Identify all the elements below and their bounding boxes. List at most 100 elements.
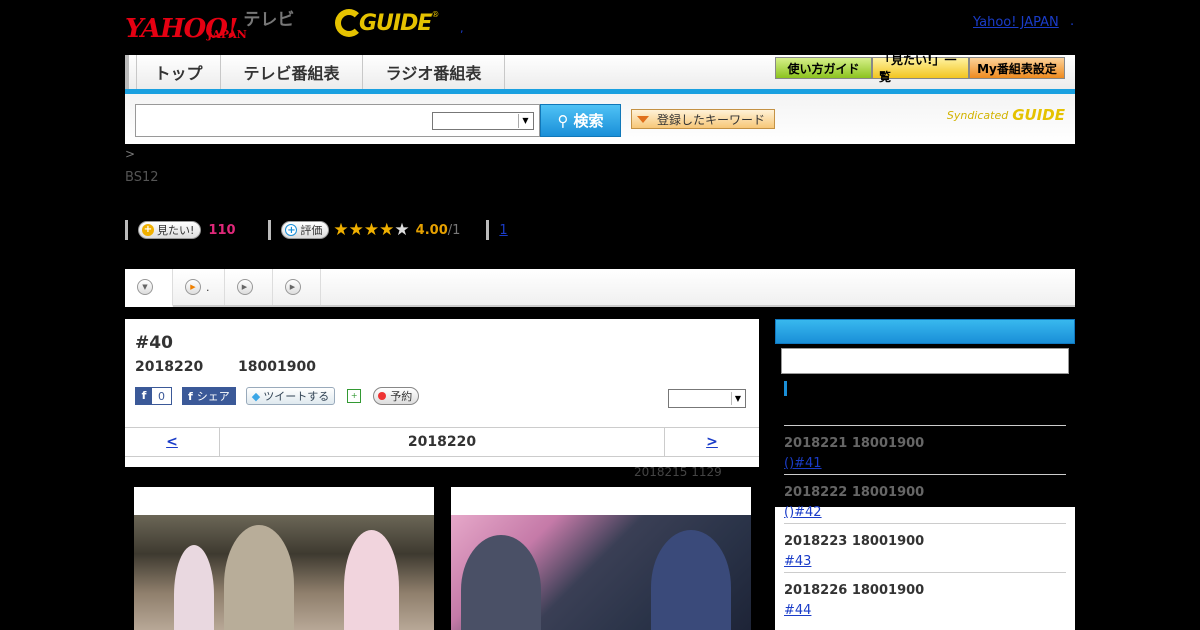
tab-top[interactable]: トップ xyxy=(136,55,221,89)
gguide-logo[interactable]: GUIDE ® xyxy=(335,6,439,40)
japan-logo-text: JAPAN xyxy=(207,28,247,41)
air-time: 18001900 xyxy=(238,359,316,375)
episode-datetime: 2018226 18001900 xyxy=(784,583,925,598)
episode-datetime: 2018222 18001900 xyxy=(784,485,925,500)
header-separator: , xyxy=(460,22,464,35)
search-button[interactable]: ⚲ 検索 xyxy=(540,104,621,137)
search-bar: ▼ ⚲ 検索 登録したキーワード Syndicated GUIDE xyxy=(125,94,1075,144)
gguide-logo-text: GUIDE xyxy=(359,10,432,36)
want-to-watch-count: 110 xyxy=(208,222,236,238)
breadcrumb: > xyxy=(125,147,136,161)
photo-image xyxy=(451,515,751,630)
divider xyxy=(125,220,128,240)
want-to-watch-button[interactable]: + 見たい! xyxy=(138,221,202,239)
yahoo-japan-logo[interactable]: YAHOO! JAPAN テレビ xyxy=(125,6,294,42)
star-icon: ★ xyxy=(379,219,395,240)
star-rating: ★ ★ ★ ★ ★ xyxy=(333,219,410,240)
add-calendar-icon[interactable]: + xyxy=(347,389,362,403)
current-date: 2018220 xyxy=(407,434,477,450)
tab-top-label: トップ xyxy=(154,64,203,83)
air-date: 2018220 xyxy=(135,359,204,375)
usage-guide-button[interactable]: 使い方ガイド xyxy=(775,57,872,79)
sidebar-header xyxy=(775,319,1075,344)
star-icon: ★ xyxy=(333,219,349,240)
tab-radio-schedule[interactable]: ラジオ番組表 xyxy=(363,55,505,89)
syndicated-gguide-logo: Syndicated GUIDE xyxy=(947,106,1065,124)
episode-link[interactable]: #43 xyxy=(784,554,811,569)
play-circle-icon: ▶ xyxy=(284,279,301,295)
wishlist-button[interactable]: 「見たい!」一覧 xyxy=(872,53,969,84)
sidebar-accent-bar xyxy=(784,381,787,396)
next-date-link[interactable]: > xyxy=(664,428,759,456)
program-photo-1[interactable] xyxy=(134,487,434,630)
episode-link[interactable]: #44 xyxy=(784,603,811,618)
search-button-label: 検索 xyxy=(573,112,604,130)
rating-value: 4.00 xyxy=(415,222,448,238)
sidebar-input[interactable] xyxy=(781,348,1069,374)
rating-count: /1 xyxy=(447,222,461,238)
utility-buttons: 使い方ガイド 「見たい!」一覧 My番組表設定 xyxy=(775,53,1065,84)
star-icon: ★ xyxy=(363,219,380,240)
tv-logo-text: テレビ xyxy=(243,10,295,30)
divider xyxy=(486,220,490,240)
down-circle-icon: ▼ xyxy=(137,279,153,295)
registered-mark: ® xyxy=(431,10,440,19)
program-card: #40 2018220 18001900 f 0 f シェア ◆ ツイートする … xyxy=(125,319,759,467)
recorder-select[interactable]: ▼ xyxy=(668,389,746,408)
program-tabs: ▼ ▶ . ▶ ▶ xyxy=(125,269,1075,307)
play-circle-icon: ▶ xyxy=(185,279,201,295)
program-photo-2[interactable] xyxy=(451,487,751,630)
upcoming-episodes-sidebar: 2018221 18001900 ()#41 2018222 18001900 … xyxy=(775,319,1075,630)
channel-name: BS12 xyxy=(125,170,159,185)
rate-label: 評価 xyxy=(300,224,323,237)
episode-link[interactable]: ()#41 xyxy=(784,456,822,471)
facebook-count: 0 xyxy=(158,389,165,403)
facebook-share-button[interactable]: f シェア xyxy=(182,387,236,405)
want-to-watch-label: 見たい! xyxy=(157,224,195,237)
list-item: 2018223 18001900 #43 xyxy=(784,523,1066,572)
last-updated: 2018215 1129 xyxy=(634,465,722,479)
plus-icon: + xyxy=(142,224,154,236)
record-dot-icon xyxy=(378,392,387,400)
search-icon: ⚲ xyxy=(557,111,569,130)
tab-related[interactable]: ▶ xyxy=(273,269,321,305)
divider xyxy=(268,220,272,240)
tab-program-info[interactable]: ▼ xyxy=(125,269,173,307)
star-icon: ★ xyxy=(348,219,364,240)
list-item: 2018221 18001900 ()#41 xyxy=(784,425,1066,474)
facebook-share-label: シェア xyxy=(196,390,230,403)
episode-datetime: 2018221 18001900 xyxy=(784,436,925,451)
tab-tv-schedule-label: テレビ番組表 xyxy=(243,64,340,83)
tab-radio-schedule-label: ラジオ番組表 xyxy=(385,64,482,83)
yahoo-japan-link[interactable]: Yahoo! JAPAN xyxy=(973,15,1059,30)
tab-reviews[interactable]: ▶ xyxy=(225,269,273,305)
tweet-button[interactable]: ◆ ツイートする xyxy=(245,387,336,405)
facebook-like-button[interactable]: f 0 xyxy=(135,387,172,405)
facebook-icon: f xyxy=(136,388,152,404)
search-category-select[interactable]: ▼ xyxy=(432,112,534,130)
saved-keywords-label: 登録したキーワード xyxy=(657,112,766,127)
my-schedule-settings-button[interactable]: My番組表設定 xyxy=(969,57,1065,79)
list-item: 2018222 18001900 ()#42 xyxy=(784,474,1066,523)
tab-episodes[interactable]: ▶ . xyxy=(173,269,225,305)
photo-image xyxy=(134,515,434,630)
tab-label: . xyxy=(206,280,210,294)
star-empty-icon: ★ xyxy=(394,219,410,240)
previous-date-link[interactable]: < xyxy=(125,428,220,456)
reserve-button[interactable]: 予約 xyxy=(373,387,420,405)
facebook-icon: f xyxy=(188,389,193,403)
play-circle-icon: ▶ xyxy=(236,279,253,295)
saved-keywords-button[interactable]: 登録したキーワード xyxy=(631,109,775,129)
rate-button[interactable]: + 評価 xyxy=(281,221,330,239)
main-nav: トップ テレビ番組表 ラジオ番組表 使い方ガイド 「見たい!」一覧 My番組表設… xyxy=(125,53,1075,89)
chevron-down-icon: ▼ xyxy=(731,392,744,405)
syndicated-guide-text: GUIDE xyxy=(1012,106,1065,124)
list-item: 2018226 18001900 #44 xyxy=(784,572,1066,621)
episode-link[interactable]: ()#42 xyxy=(784,505,822,520)
plus-icon: + xyxy=(285,224,298,236)
tab-tv-schedule[interactable]: テレビ番組表 xyxy=(221,55,363,89)
reserve-label: 予約 xyxy=(390,390,413,403)
reviews-link[interactable]: 1 xyxy=(499,223,507,238)
chevron-down-icon: ▼ xyxy=(518,114,532,128)
ratings-row: + 見たい! 110 + 評価 ★ ★ ★ ★ ★ 4.00 /1 1 xyxy=(125,220,508,240)
